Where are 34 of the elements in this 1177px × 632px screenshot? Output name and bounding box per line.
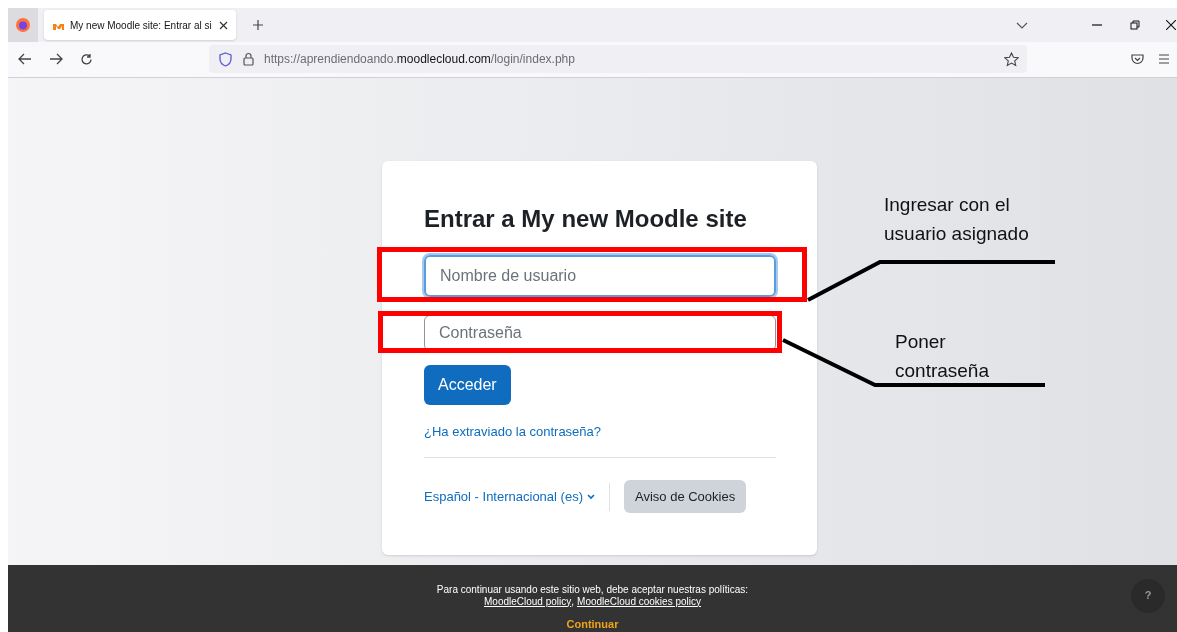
policy-link[interactable]: MoodleCloud cookies policy: [577, 595, 701, 608]
lock-icon: [243, 52, 254, 67]
restore-icon[interactable]: [1130, 20, 1140, 30]
separator-text: ,: [571, 595, 575, 608]
url-text: https://aprendiendoando.moodlecloud.com/login/index.php: [264, 51, 575, 69]
menu-icon[interactable]: [1159, 54, 1169, 65]
plus-icon[interactable]: [252, 19, 264, 31]
login-title: Entrar a My new Moodle site: [424, 203, 748, 234]
continue-button[interactable]: Continuar: [566, 615, 619, 632]
pocket-icon[interactable]: [1131, 53, 1144, 66]
tab-title: My new Moodle site: Entrar al si: [70, 18, 213, 33]
help-button[interactable]: ?: [1131, 578, 1165, 613]
star-icon[interactable]: [1004, 51, 1019, 67]
forgot-password-link[interactable]: ¿Ha extraviado la contraseña?: [424, 421, 775, 442]
policy-link[interactable]: MoodleCloud policy: [484, 595, 572, 608]
input-field[interactable]: Contraseña: [424, 314, 776, 351]
reload-icon[interactable]: [80, 52, 93, 66]
chevron-down-icon[interactable]: [1016, 21, 1028, 29]
forward-arrow-icon[interactable]: [49, 53, 63, 66]
close-icon[interactable]: [1166, 20, 1176, 30]
back-arrow-icon[interactable]: [18, 53, 32, 66]
annotation-text: Poner contraseña: [895, 330, 990, 383]
browser-tab[interactable]: My new Moodle site: Entrar al si: [44, 10, 236, 40]
input-field[interactable]: Nombre de usuario: [424, 254, 776, 297]
annotation-text: Ingresar con el usuario asignado: [884, 193, 1030, 246]
cookie-message: Para continuar usando este sitio web, debe aceptar nuestras políticas:: [436, 583, 749, 596]
firefox-icon[interactable]: [8, 8, 38, 42]
language-selector[interactable]: Español - Internacional (es): [424, 487, 595, 507]
cookies-button[interactable]: Aviso de Cookies: [624, 480, 747, 514]
chevron-down-icon: [587, 493, 595, 500]
shield-icon[interactable]: [219, 51, 232, 67]
address-bar[interactable]: https://aprendiendoando.moodlecloud.com/login/index.php: [209, 45, 1027, 74]
login-button[interactable]: Acceder: [424, 364, 511, 405]
close-icon[interactable]: [219, 20, 228, 30]
